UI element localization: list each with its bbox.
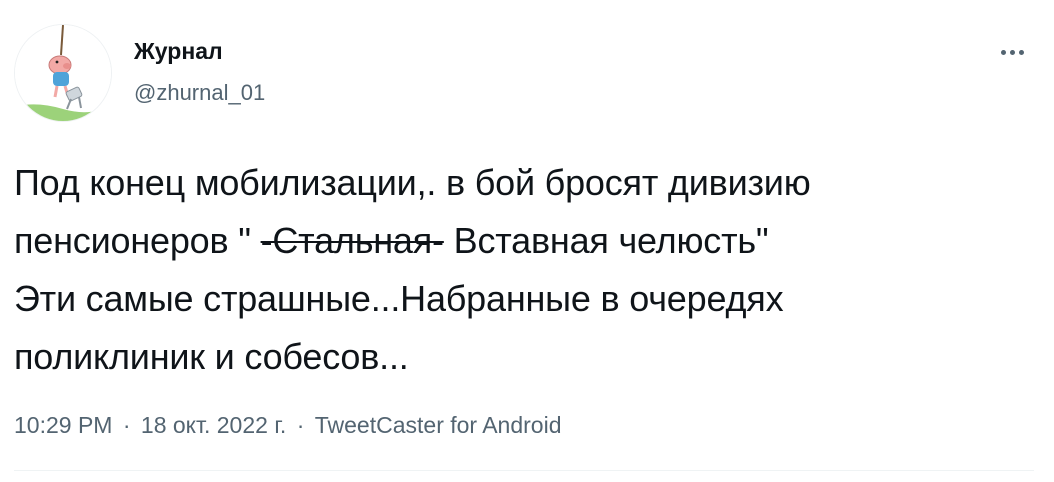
cartoon-pig-avatar-icon <box>15 25 111 121</box>
avatar[interactable] <box>14 24 112 122</box>
tweet-struck-text: -Стальная- <box>260 220 444 261</box>
tweet-meta: 10:29 PM · 18 окт. 2022 г. · TweetCaster… <box>14 412 561 439</box>
meta-separator: · <box>296 412 305 438</box>
author-display-name[interactable]: Журнал <box>134 38 223 65</box>
author-handle[interactable]: @zhurnal_01 <box>134 80 265 106</box>
tweet-date[interactable]: 18 окт. 2022 г. <box>141 412 286 438</box>
divider <box>14 470 1034 471</box>
tweet-text: Под конец мобилизации,. в бой бросят див… <box>14 154 1034 386</box>
tweet-time[interactable]: 10:29 PM <box>14 412 112 438</box>
tweet-card: Журнал @zhurnal_01 Под конец мобилизации… <box>0 0 1054 482</box>
tweet-line-1: Под конец мобилизации,. в бой бросят див… <box>14 162 811 203</box>
tweet-source-link[interactable]: TweetCaster for Android <box>315 412 562 438</box>
tweet-line-2-before: пенсионеров " <box>14 220 261 261</box>
ellipsis-icon <box>1000 49 1006 55</box>
tweet-line-2-after: Вставная челюсть" <box>443 220 769 261</box>
tweet-line-3: Эти самые страшные...Набранные в очередя… <box>14 278 784 319</box>
meta-separator: · <box>122 412 131 438</box>
tweet-line-4: поликлиник и собесов... <box>14 336 409 377</box>
more-options-button[interactable] <box>990 34 1034 70</box>
